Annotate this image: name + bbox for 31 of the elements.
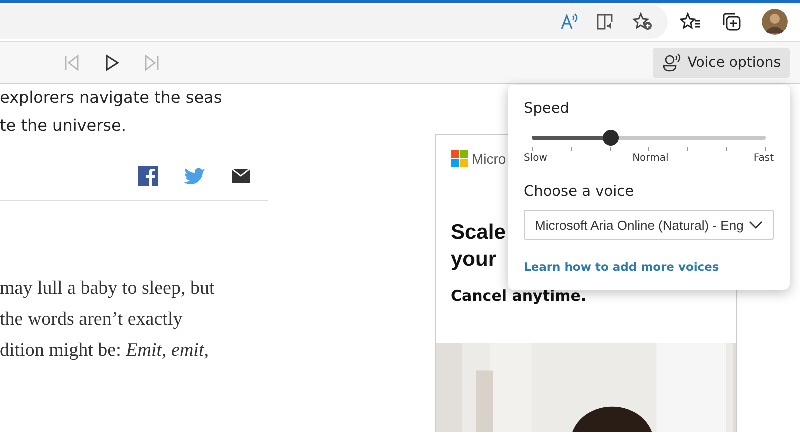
voice-label: Choose a voice xyxy=(524,184,634,200)
skip-forward-icon xyxy=(144,54,160,72)
paragraph-line: may lull a baby to sleep, but xyxy=(0,277,216,301)
skip-back-icon xyxy=(64,54,80,72)
collections-icon[interactable] xyxy=(722,12,742,32)
speed-label: Speed xyxy=(524,101,570,117)
speed-tick-label: Slow xyxy=(524,153,548,164)
chevron-icon xyxy=(749,221,763,229)
play-icon xyxy=(104,54,120,72)
ad-headline: your xyxy=(451,247,497,273)
speed-tick-label: Normal xyxy=(632,153,669,164)
paragraph-line: the words aren’t exactly xyxy=(0,308,184,332)
read-aloud-icon[interactable] xyxy=(560,13,580,31)
star-plus-icon[interactable] xyxy=(632,12,654,32)
article-text: te the universe. xyxy=(0,115,128,137)
email-icon[interactable] xyxy=(232,169,250,183)
avatar[interactable] xyxy=(762,9,788,35)
add-voices-link[interactable]: Learn how to add more voices xyxy=(524,260,720,274)
article-text: explorers navigate the seas xyxy=(0,87,224,109)
speaking-person-icon xyxy=(662,52,682,72)
ad-subline: Cancel anytime. xyxy=(451,287,587,305)
voice-dropdown[interactable]: Microsoft Aria Online (Natural) - Eng xyxy=(524,210,774,240)
brand-name: Micro xyxy=(472,150,506,166)
ad-headline: Scale xyxy=(451,220,506,246)
windows-logo-icon xyxy=(451,150,468,167)
favorites-icon[interactable] xyxy=(680,12,702,32)
voice-options-button[interactable]: Voice options xyxy=(652,48,790,78)
facebook-icon[interactable] xyxy=(138,166,158,186)
paragraph-line: dition might be: Emit, emit, xyxy=(0,339,210,363)
speed-tick-label: Fast xyxy=(754,153,774,164)
bird-icon[interactable] xyxy=(184,167,206,185)
